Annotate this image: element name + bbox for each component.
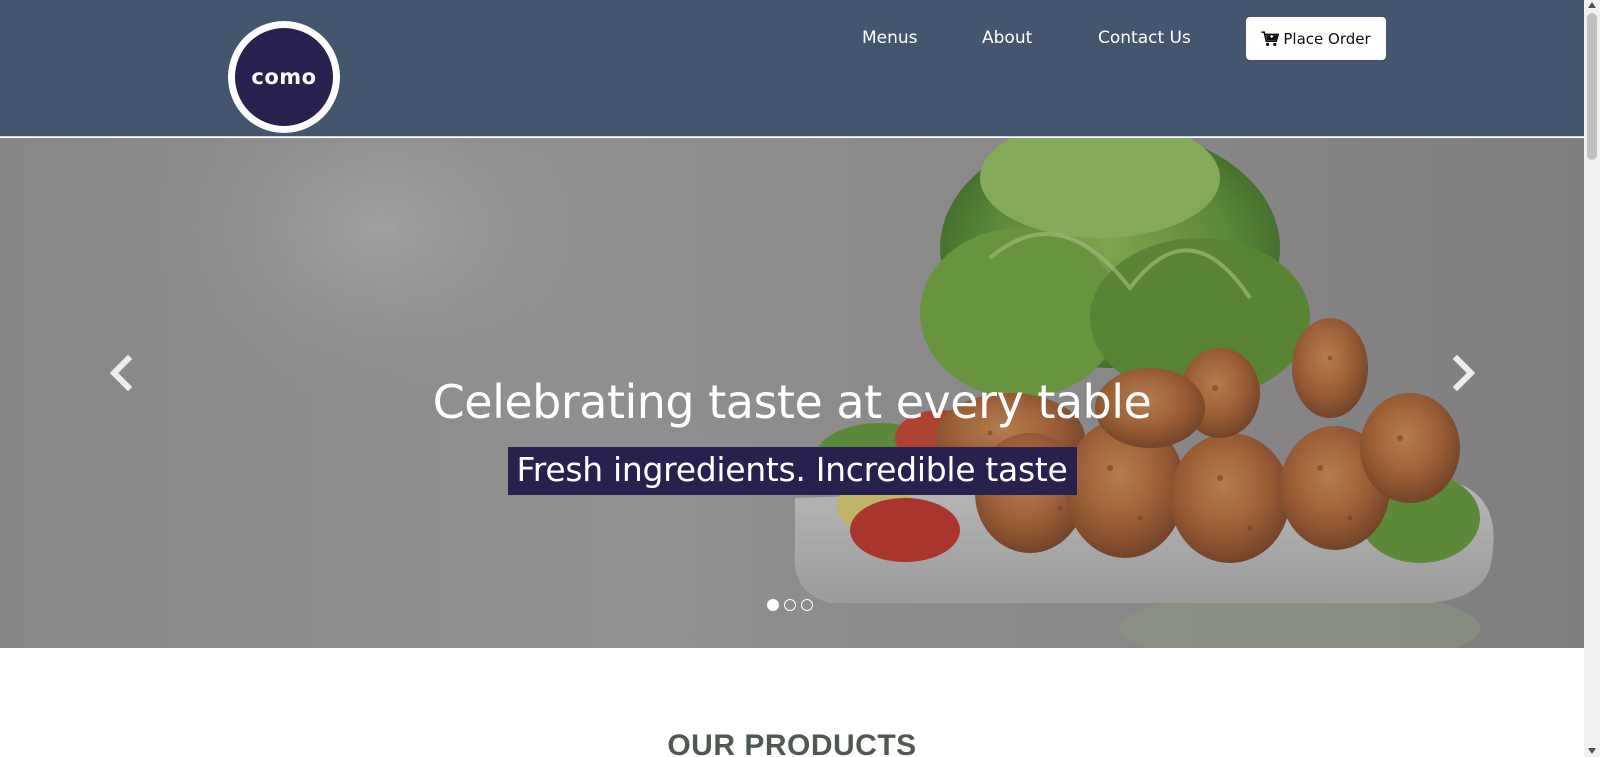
logo-text: como <box>235 28 333 126</box>
page-scrollbar[interactable] <box>1584 0 1600 757</box>
place-order-label: Place Order <box>1283 29 1371 48</box>
cart-icon <box>1261 30 1280 46</box>
nav-link-about[interactable]: About <box>982 26 1032 50</box>
site-header: como Menus About Contact Us Place Order <box>0 0 1584 137</box>
hero-headline: Celebrating taste at every table <box>432 375 1152 429</box>
nav-link-menus[interactable]: Menus <box>862 26 918 50</box>
nav-link-contact-us[interactable]: Contact Us <box>1098 26 1191 50</box>
carousel-indicators <box>767 599 813 611</box>
carousel-indicator-3[interactable] <box>801 599 813 611</box>
scroll-up-arrow-icon[interactable] <box>1588 2 1596 8</box>
page: como Menus About Contact Us Place Order <box>0 0 1584 757</box>
carousel-indicator-1[interactable] <box>767 599 779 611</box>
hero-subline-wrap: Fresh ingredients. Incredible taste <box>0 447 1584 495</box>
products-section-title: OUR PRODUCTS <box>667 729 917 757</box>
hero-carousel: Celebrating taste at every table Fresh i… <box>0 138 1584 648</box>
carousel-indicator-2[interactable] <box>784 599 796 611</box>
hero-subline: Fresh ingredients. Incredible taste <box>507 447 1077 495</box>
logo[interactable]: como <box>228 21 340 133</box>
place-order-button[interactable]: Place Order <box>1246 17 1386 60</box>
scrollbar-thumb[interactable] <box>1587 13 1597 160</box>
scroll-down-arrow-icon[interactable] <box>1588 748 1596 754</box>
